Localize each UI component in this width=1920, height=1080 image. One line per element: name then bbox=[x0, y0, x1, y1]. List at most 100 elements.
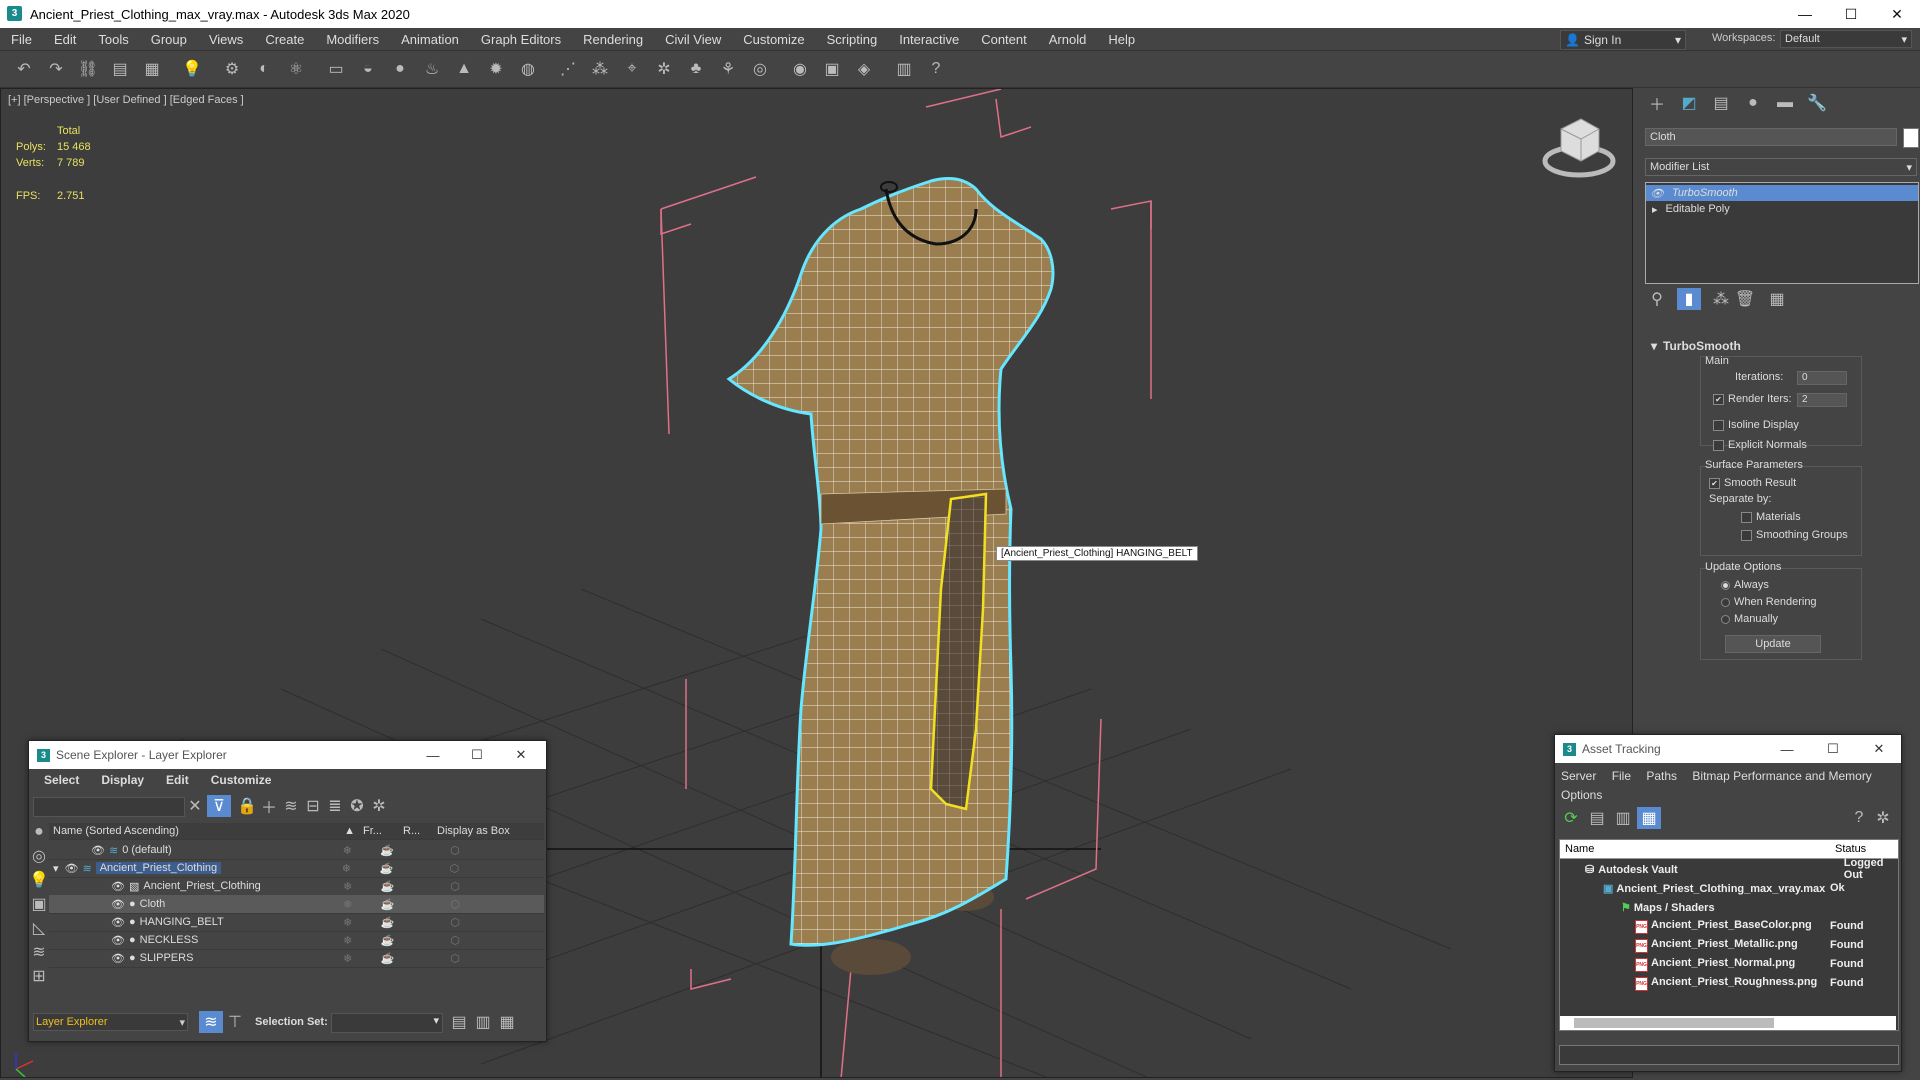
renderable-icon[interactable]: ☕ bbox=[381, 952, 413, 965]
display-spacewarps-icon[interactable]: ≋ bbox=[27, 941, 51, 963]
layer-mode-icon[interactable]: ≋ bbox=[199, 1011, 223, 1033]
help-icon[interactable]: ? bbox=[924, 58, 948, 80]
menu-display[interactable]: Display bbox=[101, 773, 144, 787]
clear-search-icon[interactable]: ✕ bbox=[183, 795, 207, 817]
menu-file[interactable]: File bbox=[0, 32, 43, 47]
expand-arrow-icon[interactable]: ▾ bbox=[53, 862, 59, 875]
object-row[interactable]: 👁 ● NECKLESS ❄ ☕ ⬡ bbox=[49, 931, 544, 950]
minimize-button[interactable]: — bbox=[1782, 0, 1828, 28]
remove-modifier-icon[interactable]: 🗑 bbox=[1733, 288, 1757, 310]
sphere-icon[interactable]: ● bbox=[388, 58, 412, 80]
particles-icon[interactable]: ⁂ bbox=[588, 58, 612, 80]
freeze-icon[interactable]: ❄ bbox=[343, 934, 380, 947]
lock-icon[interactable]: 🔒 bbox=[235, 795, 259, 817]
eye-icon[interactable]: 👁 bbox=[111, 880, 125, 893]
column-render[interactable]: R... bbox=[403, 825, 437, 837]
select-icon[interactable]: ⚙ bbox=[220, 58, 244, 80]
box-icon[interactable]: ▭ bbox=[324, 58, 348, 80]
eye-icon[interactable]: 👁 bbox=[1650, 187, 1664, 200]
asset-row[interactable]: ▣ Ancient_Priest_Clothing_max_vray.max Ok bbox=[1565, 879, 1904, 897]
renderable-icon[interactable]: ☕ bbox=[380, 862, 412, 875]
render-frame-icon[interactable]: ▣ bbox=[820, 58, 844, 80]
table-view-icon[interactable]: ▦ bbox=[1637, 807, 1661, 829]
modify-tab-icon[interactable]: ◩ bbox=[1677, 92, 1701, 114]
camera-icon[interactable]: ⌖ bbox=[620, 58, 644, 80]
freeze-icon[interactable]: ❄ bbox=[343, 952, 380, 965]
render-iters-spinner[interactable]: 2 bbox=[1797, 393, 1847, 407]
menu-bitmap-performance[interactable]: Bitmap Performance and Memory bbox=[1692, 769, 1871, 783]
box-display-icon[interactable]: ⬡ bbox=[412, 844, 544, 857]
display-groups-icon[interactable]: ⊞ bbox=[27, 965, 51, 987]
unlink-icon[interactable]: ▤ bbox=[108, 58, 132, 80]
plant-icon[interactable]: ♣ bbox=[684, 58, 708, 80]
display-cameras-icon[interactable]: ▣ bbox=[27, 893, 51, 915]
materials-checkbox[interactable]: Materials bbox=[1741, 511, 1801, 523]
freeze-icon[interactable]: ❄ bbox=[343, 916, 380, 929]
link-icon[interactable]: ⛓ bbox=[76, 58, 100, 80]
renderable-icon[interactable]: ☕ bbox=[381, 898, 413, 911]
close-button[interactable]: ✕ bbox=[1857, 735, 1901, 763]
renderable-icon[interactable]: ☕ bbox=[380, 844, 412, 857]
hierarchy-tab-icon[interactable]: ▤ bbox=[1709, 92, 1733, 114]
eye-icon[interactable]: 👁 bbox=[91, 844, 105, 857]
menu-views[interactable]: Views bbox=[198, 32, 254, 47]
layer-row[interactable]: 👁 ≋ 0 (default) ❄ ☕ ⬡ bbox=[49, 841, 544, 860]
object-row[interactable]: 👁 ● HANGING_BELT ❄ ☕ ⬡ bbox=[49, 913, 544, 932]
asset-row[interactable]: PNG Ancient_Priest_Metallic.png Found bbox=[1565, 936, 1904, 954]
grid-icon[interactable]: ⋰ bbox=[556, 58, 580, 80]
close-button[interactable]: ✕ bbox=[499, 741, 543, 769]
rotate-icon[interactable]: ◐ bbox=[252, 58, 276, 80]
box-display-icon[interactable]: ⬡ bbox=[412, 898, 544, 911]
dome-icon[interactable]: ◒ bbox=[356, 58, 380, 80]
hierarchy-icon[interactable]: ⊟ bbox=[301, 795, 325, 817]
create-tab-icon[interactable]: ＋ bbox=[1645, 92, 1669, 114]
undo-icon[interactable]: ↶ bbox=[12, 58, 36, 80]
menu-options[interactable]: Options bbox=[1561, 788, 1602, 802]
scrollbar-thumb[interactable] bbox=[1574, 1018, 1774, 1028]
new-layer-icon[interactable]: ＋ bbox=[257, 795, 281, 817]
maximize-button[interactable]: ☐ bbox=[1828, 0, 1874, 28]
column-frozen[interactable]: Fr... bbox=[363, 825, 403, 837]
isoline-display-checkbox[interactable]: Isoline Display bbox=[1713, 419, 1799, 431]
cone-icon[interactable]: ▲ bbox=[452, 58, 476, 80]
refresh-icon[interactable]: ⟳ bbox=[1559, 807, 1583, 829]
menu-file[interactable]: File bbox=[1612, 769, 1631, 783]
highlight-icon[interactable]: ✪ bbox=[345, 795, 369, 817]
turbosmooth-rollout-header[interactable]: ▾ TurboSmooth bbox=[1645, 338, 1917, 354]
render-setup-icon[interactable]: ◉ bbox=[788, 58, 812, 80]
display-shapes-icon[interactable]: ◎ bbox=[27, 845, 51, 867]
asset-row[interactable]: ⚑ Maps / Shaders bbox=[1565, 898, 1904, 916]
menu-tools[interactable]: Tools bbox=[87, 32, 139, 47]
menu-select[interactable]: Select bbox=[44, 773, 79, 787]
menu-graph-editors[interactable]: Graph Editors bbox=[470, 32, 572, 47]
menu-modifiers[interactable]: Modifiers bbox=[315, 32, 390, 47]
menu-customize[interactable]: Customize bbox=[211, 773, 272, 787]
stack-item-editable-poly[interactable]: ▸ Editable Poly bbox=[1646, 201, 1918, 217]
close-button[interactable]: ✕ bbox=[1874, 0, 1920, 28]
render-icon[interactable]: ◈ bbox=[852, 58, 876, 80]
renderable-icon[interactable]: ☕ bbox=[381, 916, 413, 929]
asset-browser-icon[interactable]: ▥ bbox=[892, 58, 916, 80]
redo-icon[interactable]: ↷ bbox=[44, 58, 68, 80]
smooth-result-checkbox[interactable]: ✔ Smooth Result bbox=[1709, 477, 1796, 489]
settings-icon[interactable]: ✲ bbox=[367, 795, 391, 817]
menu-help[interactable]: Help bbox=[1097, 32, 1146, 47]
stack-icon[interactable]: ≣ bbox=[323, 795, 347, 817]
show-end-result-icon[interactable]: ▮ bbox=[1677, 288, 1701, 310]
menu-server[interactable]: Server bbox=[1561, 769, 1596, 783]
menu-create[interactable]: Create bbox=[254, 32, 315, 47]
menu-customize[interactable]: Customize bbox=[732, 32, 815, 47]
menu-interactive[interactable]: Interactive bbox=[888, 32, 970, 47]
sign-in-dropdown[interactable]: 👤 Sign In ▾ bbox=[1560, 30, 1686, 50]
object-name-field[interactable]: Cloth bbox=[1645, 128, 1897, 146]
object-row[interactable]: 👁 ● SLIPPERS ❄ ☕ ⬡ bbox=[49, 949, 544, 968]
maximize-button[interactable]: ☐ bbox=[1811, 735, 1855, 763]
bind-space-warp-icon[interactable]: ▦ bbox=[140, 58, 164, 80]
box-display-icon[interactable]: ⬡ bbox=[412, 916, 544, 929]
eye-icon[interactable]: 👁 bbox=[111, 898, 125, 911]
menu-edit[interactable]: Edit bbox=[43, 32, 87, 47]
eye-icon[interactable]: 👁 bbox=[111, 952, 125, 965]
box-display-icon[interactable]: ⬡ bbox=[412, 862, 544, 875]
asset-row[interactable]: PNG Ancient_Priest_Normal.png Found bbox=[1565, 955, 1904, 973]
menu-arnold[interactable]: Arnold bbox=[1038, 32, 1098, 47]
